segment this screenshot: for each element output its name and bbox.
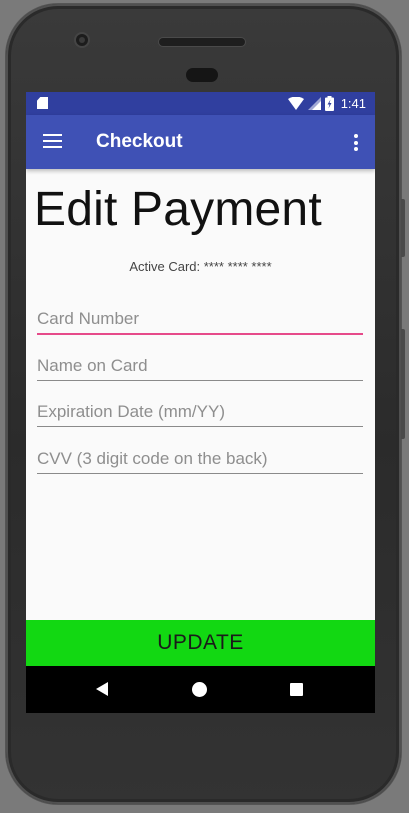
power-button — [401, 199, 405, 257]
home-icon[interactable] — [192, 682, 207, 697]
update-button[interactable]: UPDATE — [26, 620, 375, 666]
active-card-label: Active Card: **** **** **** — [129, 259, 272, 274]
battery-charging-icon — [324, 96, 334, 111]
name-on-card-field[interactable] — [37, 352, 363, 381]
back-icon[interactable] — [96, 682, 108, 696]
cvv-field[interactable] — [37, 445, 363, 474]
expiration-date-field[interactable] — [37, 398, 363, 427]
sd-card-icon — [37, 97, 48, 109]
status-icons: 1:41 — [287, 95, 366, 112]
signal-icon — [307, 97, 321, 110]
recents-icon[interactable] — [290, 683, 303, 696]
status-bar: 1:41 — [26, 92, 375, 115]
earpiece-speaker — [159, 38, 245, 46]
page-title: Edit Payment — [34, 183, 322, 236]
app-screen: 1:41 Checkout Edit Payment Active Card: … — [26, 92, 375, 713]
hamburger-menu-icon[interactable] — [43, 134, 62, 149]
proximity-sensor — [186, 68, 218, 82]
app-bar: Checkout — [26, 115, 375, 169]
app-title: Checkout — [96, 131, 183, 152]
navigation-bar — [26, 666, 375, 713]
overflow-menu-icon[interactable] — [353, 134, 359, 151]
volume-rocker — [401, 329, 405, 439]
front-camera-icon — [76, 34, 88, 46]
card-number-field[interactable] — [37, 305, 363, 335]
status-time: 1:41 — [340, 96, 366, 111]
wifi-icon — [287, 97, 304, 110]
